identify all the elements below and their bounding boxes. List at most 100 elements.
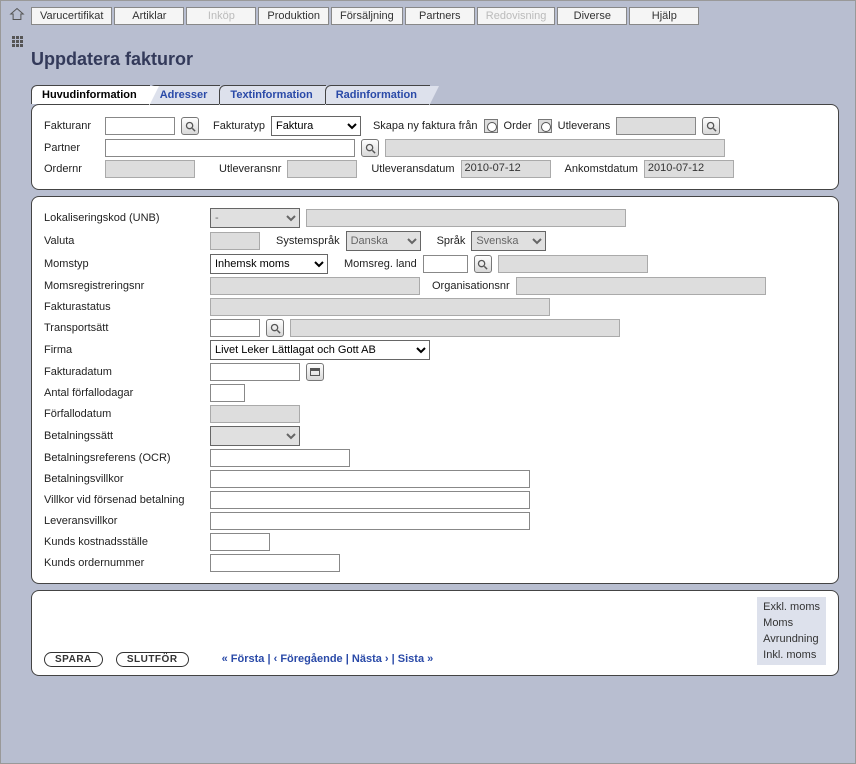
menu-partners[interactable]: Partners — [405, 7, 475, 25]
ordernr-label: Ordernr — [44, 163, 99, 175]
utleverans-radio[interactable] — [538, 119, 552, 133]
fakturastatus-display — [210, 298, 550, 316]
menu-inkop: Inköp — [186, 7, 256, 25]
fakturatyp-select[interactable]: Faktura — [271, 116, 361, 136]
ordernr-display — [105, 160, 195, 178]
momstyp-select[interactable]: Inhemsk moms — [210, 254, 328, 274]
pager-next[interactable]: Nästa › — [352, 653, 389, 665]
utleveransdatum-label: Utleveransdatum — [371, 163, 454, 175]
fakturadatum-calendar[interactable] — [306, 363, 324, 381]
pager-last[interactable]: Sista » — [398, 653, 433, 665]
organisationsnr-label: Organisationsnr — [432, 280, 510, 292]
transportsatt-input[interactable] — [210, 319, 260, 337]
valuta-display — [210, 232, 260, 250]
partner-label: Partner — [44, 142, 99, 154]
betalningsreferens-label: Betalningsreferens (OCR) — [44, 452, 204, 464]
sprak-select: Svenska — [471, 231, 546, 251]
firma-label: Firma — [44, 344, 204, 356]
betalningssatt-select[interactable] — [210, 426, 300, 446]
valuta-label: Valuta — [44, 235, 204, 247]
momsreg-land-input[interactable] — [423, 255, 468, 273]
partner-lookup[interactable] — [361, 139, 379, 157]
partner-input[interactable] — [105, 139, 355, 157]
transportsatt-lookup[interactable] — [266, 319, 284, 337]
pager: « Första | ‹ Föregående | Nästa › | Sist… — [222, 653, 434, 665]
page-title: Uppdatera fakturor — [31, 49, 849, 70]
fakturadatum-label: Fakturadatum — [44, 366, 204, 378]
fakturastatus-label: Fakturastatus — [44, 301, 204, 313]
betalningsvillkor-label: Betalningsvillkor — [44, 473, 204, 485]
kunds-kostnad-input[interactable] — [210, 533, 270, 551]
fakturadatum-input[interactable] — [210, 363, 300, 381]
tab-textinformation[interactable]: Textinformation — [219, 85, 325, 104]
tab-radinformation[interactable]: Radinformation — [325, 85, 430, 104]
antal-forfallodagar-input[interactable] — [210, 384, 245, 402]
footer-panel: Exkl. moms Moms Avrundning Inkl. moms SP… — [31, 590, 839, 676]
momsreg-land-label: Momsreg. land — [344, 258, 417, 270]
momstyp-label: Momstyp — [44, 258, 204, 270]
firma-select[interactable]: Livet Leker Lättlagat och Gott AB — [210, 340, 430, 360]
fakturanr-lookup[interactable] — [181, 117, 199, 135]
partner-display — [385, 139, 725, 157]
kunds-kostnad-label: Kunds kostnadsställe — [44, 536, 204, 548]
utleveransdatum-display: 2010-07-12 — [461, 160, 551, 178]
menu-diverse[interactable]: Diverse — [557, 7, 627, 25]
systemsprak-label: Systemspråk — [276, 235, 340, 247]
main-panel: Lokaliseringskod (UNB) - Valuta Systemsp… — [31, 196, 839, 584]
transportsatt-display — [290, 319, 620, 337]
organisationsnr-display — [516, 277, 766, 295]
menu-forsaljning[interactable]: Försäljning — [331, 7, 403, 25]
utleveransnr-display — [287, 160, 357, 178]
utleverans-lookup[interactable] — [702, 117, 720, 135]
lokaliseringskod-display — [306, 209, 626, 227]
tab-adresser[interactable]: Adresser — [149, 85, 221, 104]
tab-bar: Huvudinformation Adresser Textinformatio… — [31, 82, 849, 104]
leveransvillkor-input[interactable] — [210, 512, 530, 530]
totals-avrundning: Avrundning — [763, 631, 820, 647]
leveransvillkor-label: Leveransvillkor — [44, 515, 204, 527]
sprak-label: Språk — [437, 235, 466, 247]
pager-prev[interactable]: ‹ Föregående — [274, 653, 343, 665]
order-radio[interactable] — [484, 119, 498, 133]
totals-inkl: Inkl. moms — [763, 647, 820, 663]
momsreg-land-display — [498, 255, 648, 273]
ankomstdatum-label: Ankomstdatum — [565, 163, 638, 175]
forfallodatum-display — [210, 405, 300, 423]
menu-artiklar[interactable]: Artiklar — [114, 7, 184, 25]
fakturanr-input[interactable] — [105, 117, 175, 135]
tab-huvudinformation[interactable]: Huvudinformation — [31, 85, 150, 104]
fakturanr-label: Fakturanr — [44, 120, 99, 132]
totals-moms: Moms — [763, 615, 820, 631]
apps-icon[interactable] — [12, 36, 23, 47]
spara-button[interactable]: SPARA — [44, 652, 103, 667]
totals-exkl: Exkl. moms — [763, 599, 820, 615]
menu-varucertifikat[interactable]: Varucertifikat — [31, 7, 112, 25]
momsregistreringsnr-label: Momsregistreringsnr — [44, 280, 204, 292]
kunds-ordernr-label: Kunds ordernummer — [44, 557, 204, 569]
villkor-forsenad-input[interactable] — [210, 491, 530, 509]
home-icon[interactable] — [9, 7, 25, 24]
menu-hjalp[interactable]: Hjälp — [629, 7, 699, 25]
forfallodatum-label: Förfallodatum — [44, 408, 204, 420]
lokaliseringskod-label: Lokaliseringskod (UNB) — [44, 212, 204, 224]
fakturatyp-label: Fakturatyp — [213, 120, 265, 132]
slutfor-button[interactable]: SLUTFÖR — [116, 652, 189, 667]
betalningssatt-label: Betalningssätt — [44, 430, 204, 442]
skapa-label: Skapa ny faktura från — [373, 120, 478, 132]
kunds-ordernr-input[interactable] — [210, 554, 340, 572]
menu-produktion[interactable]: Produktion — [258, 7, 329, 25]
pager-first[interactable]: « Första — [222, 653, 265, 665]
menu-bar: Varucertifikat Artiklar Inköp Produktion… — [31, 7, 849, 25]
totals-box: Exkl. moms Moms Avrundning Inkl. moms — [757, 597, 826, 665]
systemsprak-select: Danska — [346, 231, 421, 251]
utleverans-input[interactable] — [616, 117, 696, 135]
momsreg-land-lookup[interactable] — [474, 255, 492, 273]
betalningsvillkor-input[interactable] — [210, 470, 530, 488]
ankomstdatum-display: 2010-07-12 — [644, 160, 734, 178]
betalningsreferens-input[interactable] — [210, 449, 350, 467]
transportsatt-label: Transportsätt — [44, 322, 204, 334]
villkor-forsenad-label: Villkor vid försenad betalning — [44, 494, 204, 506]
lokaliseringskod-select[interactable]: - — [210, 208, 300, 228]
utleverans-label: Utleverans — [558, 120, 611, 132]
utleveransnr-label: Utleveransnr — [219, 163, 281, 175]
